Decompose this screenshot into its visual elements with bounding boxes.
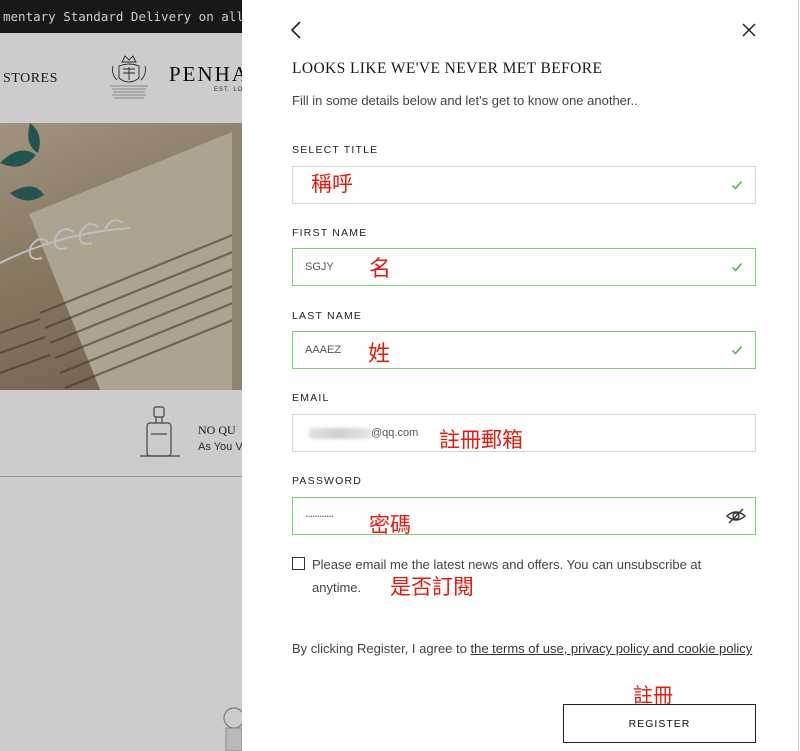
- register-button[interactable]: REGISTER: [563, 704, 756, 743]
- modal-backdrop[interactable]: [0, 0, 242, 751]
- terms-text: By clicking Register, I agree to the ter…: [292, 637, 762, 660]
- redacted-email-prefix: [309, 428, 371, 439]
- modal-subheading: Fill in some details below and let's get…: [292, 93, 638, 108]
- title-select[interactable]: [292, 166, 756, 204]
- email-label: EMAIL: [292, 392, 330, 404]
- first-name-label: FIRST NAME: [292, 227, 368, 239]
- eye-hidden-icon[interactable]: [725, 506, 747, 526]
- checkmark-icon: [731, 181, 743, 190]
- annotation-password: 密碼: [369, 513, 411, 537]
- annotation-title: 稱呼: [311, 172, 353, 196]
- last-name-value: AAAEZ: [305, 344, 342, 356]
- password-input[interactable]: ............: [292, 497, 756, 535]
- annotation-newsletter: 是否訂閱: [390, 575, 474, 599]
- title-label: SELECT TITLE: [292, 144, 379, 156]
- first-name-input[interactable]: SGJY: [292, 248, 756, 286]
- annotation-last-name: 姓: [368, 342, 391, 367]
- annotation-first-name: 名: [369, 257, 392, 282]
- checkmark-icon: [731, 263, 743, 272]
- password-label: PASSWORD: [292, 475, 363, 487]
- terms-link[interactable]: the terms of use, privacy policy and coo…: [470, 641, 752, 656]
- first-name-value: SGJY: [305, 261, 334, 273]
- terms-prefix: By clicking Register, I agree to: [292, 641, 471, 656]
- newsletter-text[interactable]: Please email me the latest news and offe…: [312, 553, 752, 599]
- email-input[interactable]: @qq.com: [292, 414, 756, 452]
- modal-heading: LOOKS LIKE WE'VE NEVER MET BEFORE: [292, 60, 603, 77]
- chevron-left-icon[interactable]: [286, 18, 308, 42]
- newsletter-checkbox[interactable]: [292, 557, 305, 570]
- checkmark-icon: [731, 346, 743, 355]
- last-name-input[interactable]: AAAEZ: [292, 331, 756, 369]
- password-value: ............: [305, 506, 334, 520]
- annotation-email: 註冊郵箱: [439, 428, 523, 452]
- email-value: @qq.com: [371, 427, 419, 439]
- close-icon[interactable]: [739, 20, 759, 40]
- last-name-label: LAST NAME: [292, 310, 363, 322]
- register-modal: LOOKS LIKE WE'VE NEVER MET BEFORE Fill i…: [242, 0, 799, 751]
